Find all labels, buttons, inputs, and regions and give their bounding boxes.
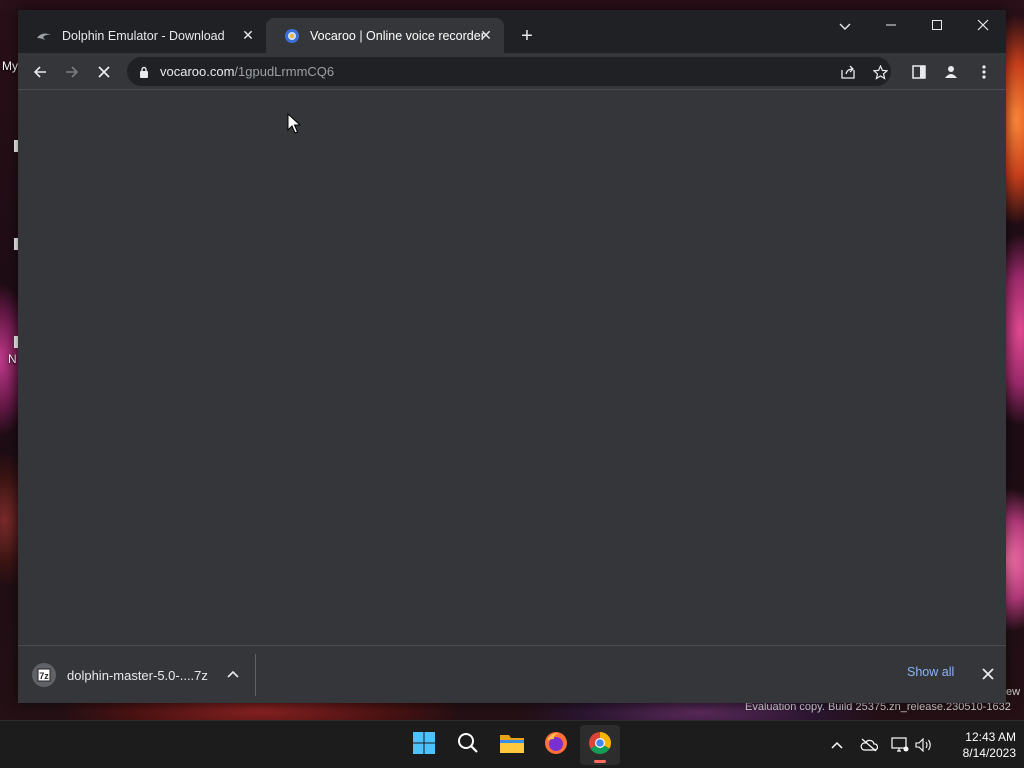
menu-kebab-icon[interactable]: [970, 58, 998, 86]
start-button[interactable]: [404, 725, 444, 765]
running-indicator: [594, 760, 606, 763]
taskbar-search-button[interactable]: [448, 725, 488, 765]
windows-start-icon: [412, 731, 436, 760]
address-bar[interactable]: vocaroo.com/1gpudLrmmCQ6: [127, 57, 891, 86]
maximize-button[interactable]: [922, 15, 952, 37]
url-path: /1gpudLrmmCQ6: [234, 64, 335, 79]
stop-loading-button[interactable]: [90, 58, 118, 86]
download-shelf: 7z dolphin-master-5.0-....7z Show all: [18, 645, 1006, 703]
desktop-icon-label[interactable]: N: [8, 352, 17, 366]
forward-button[interactable]: [58, 58, 86, 86]
browser-toolbar: vocaroo.com/1gpudLrmmCQ6: [18, 53, 1006, 90]
share-icon[interactable]: [839, 63, 857, 81]
folder-icon: [499, 732, 525, 759]
network-icon[interactable]: [890, 735, 910, 755]
tab-title: Vocaroo | Online voice recorder: [310, 28, 485, 43]
chrome-window: Dolphin Emulator - Download ✕ Vocaroo | …: [18, 10, 1006, 703]
tab-search-icon[interactable]: [830, 15, 860, 37]
firefox-icon: [544, 731, 568, 760]
firefox-button[interactable]: [536, 725, 576, 765]
system-clock[interactable]: 12:43 AM 8/14/2023: [942, 729, 1016, 761]
new-tab-button[interactable]: +: [516, 26, 538, 48]
7zip-icon: 7z: [32, 663, 56, 687]
clock-time: 12:43 AM: [965, 730, 1016, 744]
mouse-cursor: [287, 112, 302, 140]
tab-strip: Dolphin Emulator - Download ✕ Vocaroo | …: [18, 10, 1006, 53]
close-tab-icon[interactable]: ✕: [478, 27, 494, 43]
bookmark-star-icon[interactable]: [871, 63, 889, 81]
back-button[interactable]: [26, 58, 54, 86]
chrome-icon: [588, 731, 612, 760]
tab-vocaroo[interactable]: Vocaroo | Online voice recorder ✕: [266, 18, 504, 53]
chrome-taskbar-button[interactable]: [580, 725, 620, 765]
close-window-button[interactable]: [968, 15, 998, 37]
side-panel-icon[interactable]: [905, 58, 933, 86]
tab-dolphin-emulator[interactable]: Dolphin Emulator - Download ✕: [18, 18, 266, 53]
show-hidden-icons-button[interactable]: [827, 735, 847, 755]
url-text[interactable]: vocaroo.com/1gpudLrmmCQ6: [160, 64, 334, 79]
profile-icon[interactable]: [937, 58, 965, 86]
windows-taskbar: 12:43 AM 8/14/2023: [0, 720, 1024, 768]
clock-date: 8/14/2023: [962, 746, 1016, 760]
chevron-up-icon[interactable]: [223, 662, 243, 686]
download-item[interactable]: 7z dolphin-master-5.0-....7z: [32, 662, 208, 688]
url-domain: vocaroo.com: [160, 64, 235, 79]
watermark-fragment: ew: [1006, 686, 1021, 698]
desktop-icon-label[interactable]: My: [2, 59, 18, 73]
show-all-downloads-link[interactable]: Show all: [907, 665, 954, 679]
minimize-button[interactable]: [876, 15, 906, 37]
tab-title: Dolphin Emulator - Download: [62, 28, 225, 43]
volume-icon[interactable]: [914, 735, 934, 755]
download-filename: dolphin-master-5.0-....7z: [67, 667, 208, 683]
close-download-shelf-icon[interactable]: [978, 664, 998, 684]
lock-icon[interactable]: [139, 65, 149, 83]
close-tab-icon[interactable]: ✕: [240, 27, 256, 43]
file-explorer-button[interactable]: [492, 725, 532, 765]
dolphin-icon: [36, 28, 52, 44]
svg-text:7z: 7z: [39, 671, 49, 681]
divider: [255, 654, 256, 696]
onedrive-offline-icon[interactable]: [859, 735, 879, 755]
search-icon: [457, 732, 479, 759]
page-content-area[interactable]: [18, 90, 1006, 645]
vocaroo-icon: [284, 28, 300, 44]
